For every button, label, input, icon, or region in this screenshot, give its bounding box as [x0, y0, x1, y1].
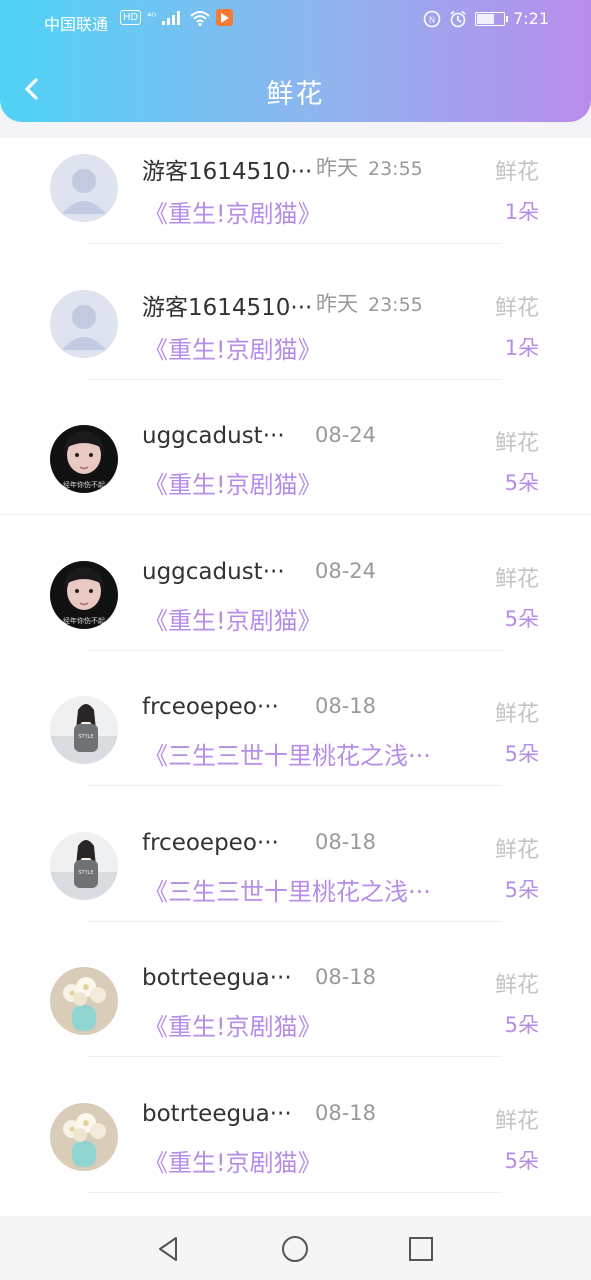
gift-type-label: 鲜花 [494, 431, 539, 456]
clock-label: 7:21 [513, 9, 549, 28]
avatar[interactable] [50, 154, 118, 222]
nav-back-icon[interactable] [154, 1234, 184, 1264]
wifi-icon [190, 10, 210, 26]
nav-recents-icon[interactable] [406, 1234, 436, 1264]
gift-type-label: 鲜花 [494, 160, 539, 185]
user-name[interactable]: uggcadust··· [142, 423, 285, 449]
user-name[interactable]: botrteegua··· [142, 1101, 292, 1127]
user-name[interactable]: 游客1614510··· [142, 152, 312, 186]
work-title-link[interactable]: 《三生三世十里桃花之浅··· [144, 736, 431, 771]
network-indicators: HD ⁴ᴳ [120, 9, 234, 26]
gift-type-label: 鲜花 [494, 702, 539, 727]
list-item[interactable]: 游客1614510··· 昨天 23:55 鲜花《重生!京剧猫》 1朵 [0, 138, 591, 244]
svg-text:STYLE: STYLE [78, 734, 93, 740]
svg-text:经年你伤不起: 经年你伤不起 [63, 616, 105, 625]
list-item[interactable]: 经年你伤不起 uggcadust··· 08-24 鲜花《重生!京剧猫》 5朵 [0, 515, 591, 651]
gift-type-label: 鲜花 [494, 1108, 539, 1134]
svg-text:N: N [429, 15, 435, 24]
flower-count: 5朵 [504, 742, 539, 766]
gift-type-label: 鲜花 [494, 973, 539, 998]
header-bar: 中国联通 HD ⁴ᴳ N 7:21 鲜花 [0, 0, 591, 122]
work-title-link[interactable]: 《重生!京剧猫》 [144, 330, 322, 365]
timestamp: 昨天 23:55 [316, 288, 423, 318]
nav-home-icon[interactable] [280, 1234, 310, 1264]
battery-icon [475, 11, 509, 26]
flower-count: 1朵 [504, 200, 539, 224]
flower-count: 5朵 [504, 1013, 539, 1037]
hd-badge: HD [120, 10, 142, 25]
avatar[interactable] [50, 1102, 118, 1171]
date-label: 08-24 [315, 423, 377, 447]
flower-count: 5朵 [504, 471, 539, 495]
timestamp: 08-24 [315, 559, 376, 583]
date-label: 08-18 [315, 1100, 377, 1125]
list-item[interactable]: botrteegua··· 08-18 鲜花《重生!京剧猫》 5朵 [0, 1057, 591, 1193]
user-name[interactable]: botrteegua··· [142, 965, 292, 991]
work-title-link[interactable]: 《重生!京剧猫》 [144, 465, 322, 500]
app-notification-icon [216, 9, 234, 26]
date-label: 08-18 [315, 965, 377, 989]
avatar[interactable]: 经年你伤不起 [50, 560, 118, 629]
signal-icon [162, 10, 184, 25]
alarm-icon [450, 10, 466, 27]
timestamp: 08-18 [315, 694, 376, 718]
work-title-link[interactable]: 《重生!京剧猫》 [144, 601, 322, 636]
flower-count: 5朵 [504, 606, 539, 631]
work-title-link[interactable]: 《重生!京剧猫》 [144, 1007, 322, 1042]
time-label: 23:55 [368, 293, 423, 316]
user-name[interactable]: uggcadust··· [142, 559, 285, 585]
date-label: 08-24 [315, 558, 377, 583]
gift-type-label: 鲜花 [494, 295, 539, 321]
date-label: 08-18 [315, 829, 377, 854]
status-right: N 7:21 [423, 9, 549, 28]
row-divider [88, 1191, 502, 1193]
date-label: 昨天 [316, 291, 358, 316]
timestamp: 08-18 [315, 965, 376, 989]
nfc-icon: N [423, 10, 441, 27]
user-name[interactable]: frceoepeo··· [142, 694, 279, 720]
status-bar: 中国联通 HD ⁴ᴳ N 7:21 [0, 0, 591, 40]
time-label: 23:55 [368, 158, 423, 180]
svg-text:经年你伤不起: 经年你伤不起 [63, 480, 105, 489]
user-name[interactable]: 游客1614510··· [142, 288, 312, 322]
gift-type-label: 鲜花 [494, 837, 539, 863]
avatar[interactable] [50, 967, 118, 1035]
page-title: 鲜花 [266, 79, 325, 110]
date-label: 昨天 [316, 156, 358, 180]
timestamp: 昨天 23:55 [316, 152, 423, 182]
timestamp: 08-24 [315, 423, 376, 447]
list-item[interactable]: botrteegua··· 08-18 鲜花《重生!京剧猫》 5朵 [0, 921, 591, 1057]
gift-type-label: 鲜花 [494, 566, 539, 592]
list-item[interactable]: STYLE frceoepeo··· 08-18 鲜花《三生三世十里桃花之浅··· 5朵 [0, 786, 591, 922]
flower-count: 1朵 [504, 335, 539, 360]
user-name[interactable]: frceoepeo··· [142, 830, 279, 856]
system-nav-bar [0, 1216, 591, 1280]
timestamp: 08-18 [315, 830, 376, 854]
avatar[interactable] [50, 289, 118, 358]
svg-text:STYLE: STYLE [78, 870, 93, 876]
avatar[interactable]: STYLE [50, 696, 118, 764]
list-item[interactable]: 经年你伤不起 uggcadust··· 08-24 鲜花《重生!京剧猫》 5朵 [0, 379, 591, 515]
flower-count: 5朵 [504, 1148, 539, 1173]
battery-level [477, 13, 494, 24]
list-item[interactable]: STYLE frceoepeo··· 08-18 鲜花《三生三世十里桃花之浅··· 5朵 [0, 650, 591, 786]
avatar[interactable]: STYLE [50, 831, 118, 900]
flower-count: 5朵 [504, 877, 539, 902]
flower-gift-list[interactable]: 游客1614510··· 昨天 23:55 鲜花 《重生!京剧猫》 1朵 游客1614510… [0, 138, 591, 1216]
timestamp: 08-18 [315, 1101, 376, 1125]
date-label: 08-18 [315, 694, 377, 718]
avatar[interactable]: 经年你伤不起 [50, 425, 118, 493]
work-title-link[interactable]: 《重生!京剧猫》 [144, 194, 322, 229]
work-title-link[interactable]: 《重生!京剧猫》 [144, 1143, 322, 1178]
work-title-link[interactable]: 《三生三世十里桃花之浅··· [144, 872, 431, 907]
list-item[interactable]: 游客1614510··· 昨天 23:55 鲜花《重生!京剧猫》 1朵 [0, 244, 591, 380]
network-type-label: ⁴ᴳ [147, 12, 157, 23]
carrier-label: 中国联通 [44, 15, 109, 34]
